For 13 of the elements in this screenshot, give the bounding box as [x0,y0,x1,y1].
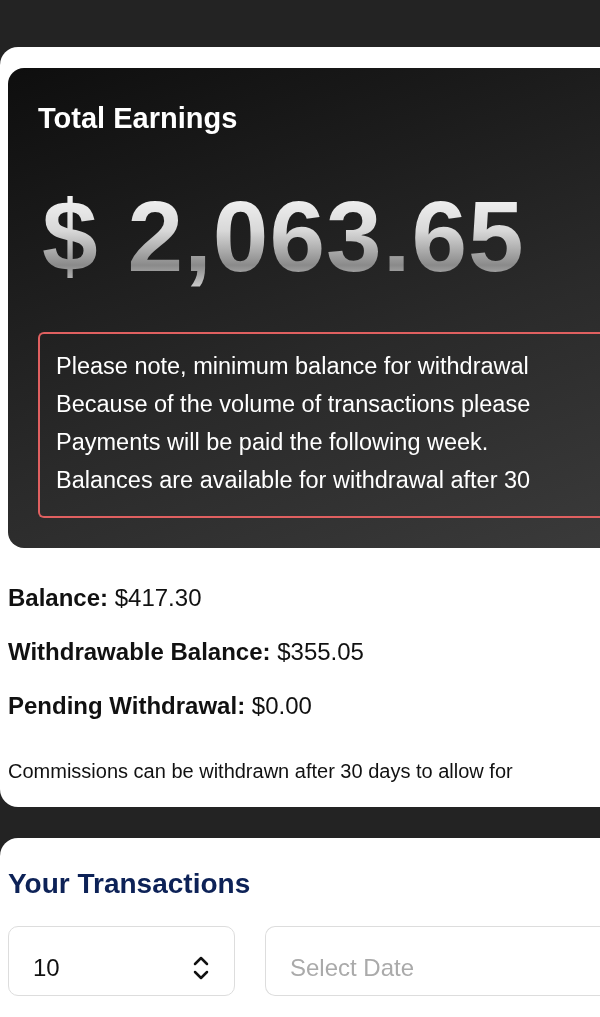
notice-line: Please note, minimum balance for withdrawal [56,352,530,381]
card-title: Total Earnings [38,102,239,135]
notice-line: Because of the volume of transactions please [56,390,532,419]
section-title: Your Transactions [8,868,252,900]
notice-line: Balances are available for withdrawal after 30 [56,466,532,495]
notice-line: Payments will be paid the following week. [56,428,490,457]
balance-line: Balance: $417.30 [8,584,203,612]
up-down-chevron-icon [192,955,210,981]
balance-line: Pending Withdrawal: $0.00 [8,692,313,720]
page-size-select[interactable]: 10 [8,926,235,996]
date-field[interactable]: Select Date [265,926,600,996]
balance-line: Withdrawable Balance: $355.05 [8,638,365,666]
commission-note: Commissions can be withdrawn after 30 days to allow for [8,760,514,783]
